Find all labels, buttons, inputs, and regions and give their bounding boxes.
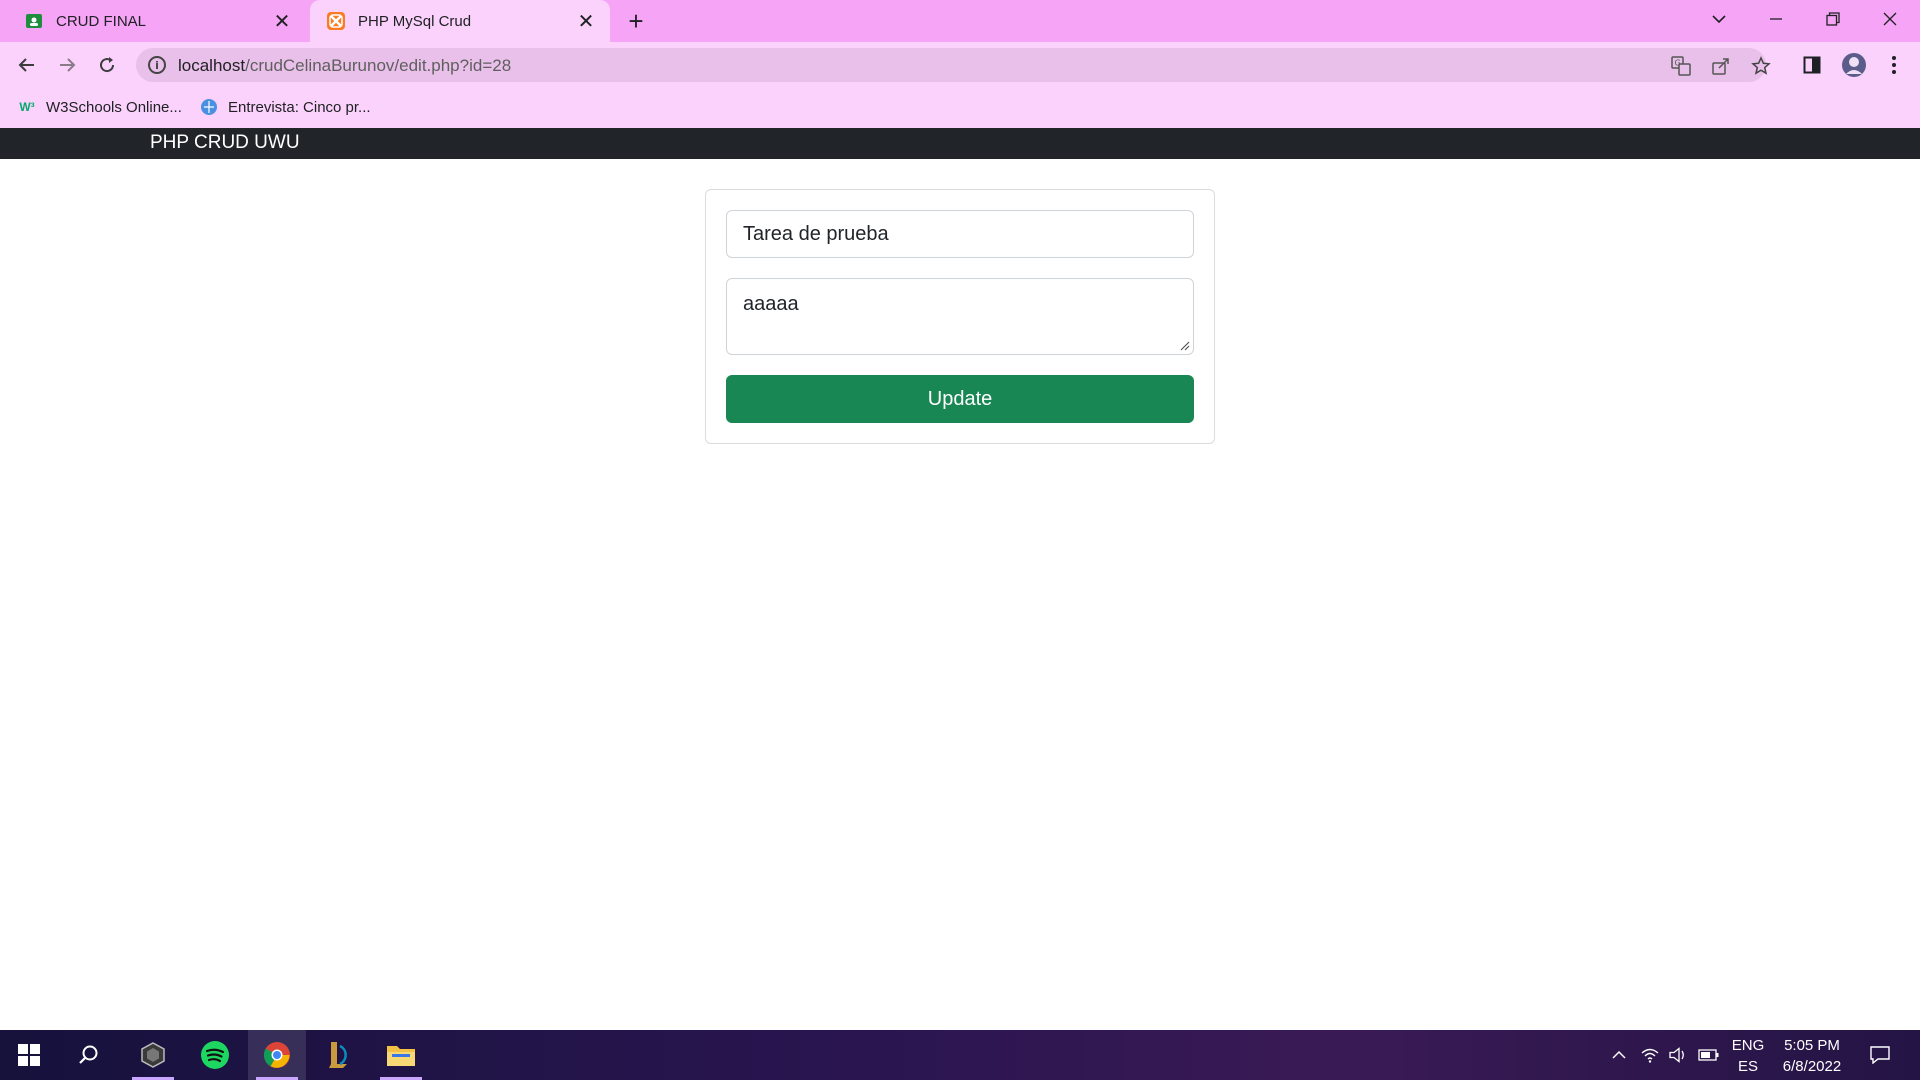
title-input-value: Tarea de prueba xyxy=(743,222,889,245)
bookmark-star-icon[interactable] xyxy=(1748,53,1774,79)
resize-handle-icon[interactable] xyxy=(1178,339,1190,351)
chrome-icon[interactable] xyxy=(248,1030,306,1080)
start-icon[interactable] xyxy=(0,1030,58,1080)
tab-strip: CRUD FINAL ✕ PHP MySql Crud ✕ + xyxy=(0,0,1920,42)
language-primary: ENG xyxy=(1731,1037,1765,1054)
language-secondary: ES xyxy=(1737,1058,1758,1075)
back-arrow-icon[interactable] xyxy=(11,49,43,81)
minimize-icon[interactable] xyxy=(1748,0,1804,38)
description-textarea-value: aaaaa xyxy=(743,293,799,315)
bookmark-entrevista[interactable]: Entrevista: Cinco pr... xyxy=(200,98,371,116)
new-tab-button[interactable]: + xyxy=(620,5,652,37)
wifi-icon[interactable] xyxy=(1638,1030,1662,1080)
tab-title: PHP MySql Crud xyxy=(358,12,472,30)
globe-icon xyxy=(200,98,218,116)
battery-icon[interactable] xyxy=(1696,1030,1722,1080)
tab-title: CRUD FINAL xyxy=(56,12,147,30)
bookmark-label: W3Schools Online... xyxy=(46,98,182,116)
search-icon[interactable] xyxy=(60,1030,118,1080)
site-info-icon[interactable]: i xyxy=(148,56,166,74)
bookmark-label: Entrevista: Cinco pr... xyxy=(228,98,371,116)
volume-icon[interactable] xyxy=(1666,1030,1690,1080)
tab-crud-final[interactable]: CRUD FINAL ✕ xyxy=(8,0,306,42)
description-textarea[interactable]: aaaaa xyxy=(726,278,1194,355)
w3schools-icon: W³ xyxy=(19,100,35,114)
share-icon[interactable] xyxy=(1708,53,1734,79)
tab-search-chevron-icon[interactable] xyxy=(1691,0,1747,38)
restore-icon[interactable] xyxy=(1805,0,1861,38)
title-input[interactable]: Tarea de prueba xyxy=(726,210,1194,258)
profile-avatar[interactable] xyxy=(1838,49,1870,81)
app-icon[interactable] xyxy=(124,1030,182,1080)
xampp-icon xyxy=(326,11,346,31)
navbar-brand[interactable]: PHP CRUD UWU xyxy=(150,132,300,154)
reload-icon[interactable] xyxy=(91,49,123,81)
chevron-up-icon[interactable] xyxy=(1608,1030,1630,1080)
clock-time: 5:05 PM xyxy=(1784,1037,1840,1054)
notifications-icon[interactable] xyxy=(1862,1030,1898,1080)
close-window-icon[interactable] xyxy=(1862,0,1918,38)
spotify-icon[interactable] xyxy=(186,1030,244,1080)
edit-form-card: Tarea de prueba aaaaa Update xyxy=(705,189,1215,444)
clock-date: 6/8/2022 xyxy=(1782,1058,1842,1075)
url-text: localhost/crudCelinaBurunov/edit.php?id=… xyxy=(178,56,512,75)
system-clock[interactable]: 5:05 PM 6/8/2022 xyxy=(1772,1035,1852,1077)
google-classroom-icon xyxy=(24,11,44,31)
file-explorer-icon[interactable] xyxy=(372,1030,430,1080)
site-navbar: PHP CRUD UWU xyxy=(0,128,1920,159)
league-of-legends-icon[interactable] xyxy=(310,1030,368,1080)
browser-toolbar: i localhost/crudCelinaBurunov/edit.php?i… xyxy=(0,42,1920,88)
bookmarks-bar: W³ W3Schools Online... Entrevista: Cinco… xyxy=(0,88,1920,128)
side-panel-icon[interactable] xyxy=(1796,49,1828,81)
svg-text:G: G xyxy=(1675,59,1681,68)
language-indicator[interactable]: ENG ES xyxy=(1728,1035,1768,1077)
menu-kebab-icon[interactable] xyxy=(1878,49,1910,81)
translate-icon[interactable]: G xyxy=(1668,53,1694,79)
update-button[interactable]: Update xyxy=(726,375,1194,423)
forward-arrow-icon[interactable] xyxy=(51,49,83,81)
close-tab-icon[interactable]: ✕ xyxy=(268,7,296,35)
bookmark-w3schools[interactable]: W³ W3Schools Online... xyxy=(18,98,182,116)
tab-php-mysql-crud[interactable]: PHP MySql Crud ✕ xyxy=(310,0,610,42)
address-bar[interactable]: i localhost/crudCelinaBurunov/edit.php?i… xyxy=(136,48,1771,82)
windows-taskbar: ENG ES 5:05 PM 6/8/2022 xyxy=(0,1030,1920,1080)
close-tab-icon[interactable]: ✕ xyxy=(572,7,600,35)
